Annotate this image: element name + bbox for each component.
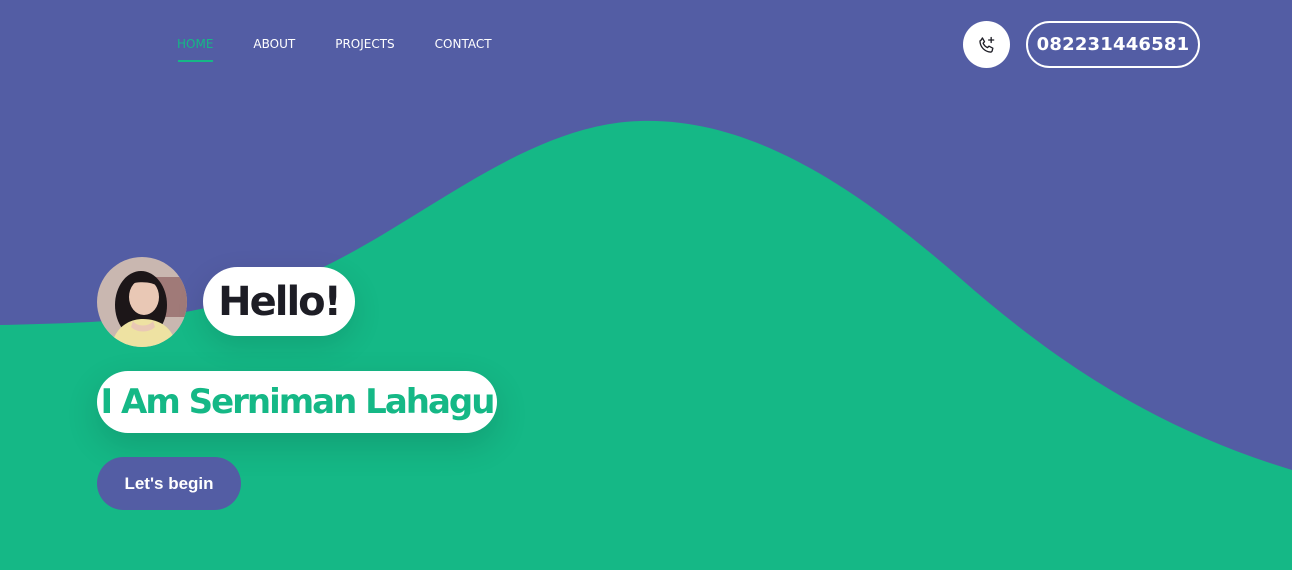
landing-page: HOME ABOUT PROJECTS CONTACT 08223144658​… — [0, 0, 1292, 570]
avatar — [97, 257, 187, 347]
nav-item-projects[interactable]: PROJECTS — [335, 36, 394, 62]
lets-begin-button[interactable]: Let's begin — [97, 457, 241, 510]
main-nav: HOME ABOUT PROJECTS CONTACT — [177, 36, 492, 62]
nav-item-home[interactable]: HOME — [177, 36, 214, 62]
phone-button[interactable] — [963, 21, 1010, 68]
nav-item-contact[interactable]: CONTACT — [435, 36, 492, 62]
greeting-bubble: Hello! — [203, 267, 355, 336]
intro-bubble: I Am Serniman Lahagu — [97, 371, 497, 433]
nav-item-about[interactable]: ABOUT — [253, 36, 295, 62]
avatar-photo — [97, 257, 187, 347]
phone-number-button[interactable]: 08223144658​1 — [1026, 21, 1200, 68]
phone-plus-icon — [978, 36, 994, 53]
